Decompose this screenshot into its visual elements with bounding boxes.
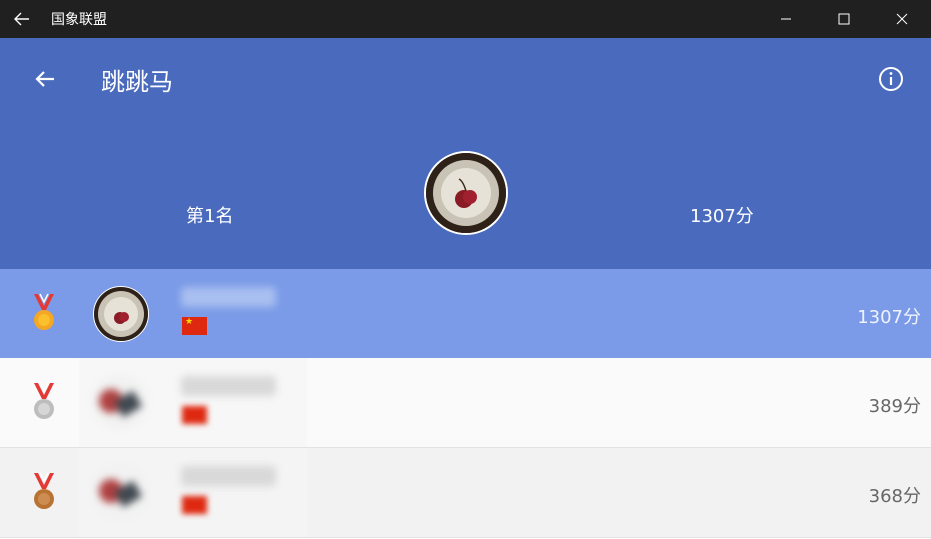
avatar-image — [93, 465, 147, 519]
window-controls — [757, 0, 931, 38]
avatar-image — [426, 153, 506, 233]
close-button[interactable] — [873, 0, 931, 38]
back-arrow-icon — [35, 71, 54, 87]
row-score: 389分 — [868, 396, 921, 417]
player-avatar — [424, 151, 508, 235]
back-arrow-icon — [14, 12, 29, 26]
leaderboard-row[interactable]: 368分 — [0, 448, 931, 538]
minimize-icon — [781, 18, 791, 20]
china-flag-icon: ★ — [182, 317, 207, 335]
row-score: 368分 — [868, 486, 921, 507]
row-score: 1307分 — [857, 307, 921, 328]
player-rank: 第1名 — [186, 206, 234, 227]
leaderboard-row[interactable]: 389分 — [0, 358, 931, 448]
maximize-button[interactable] — [815, 0, 873, 38]
avatar — [93, 375, 147, 429]
player-name-redacted — [181, 466, 276, 486]
avatar-image — [94, 287, 148, 341]
player-name-redacted — [181, 376, 276, 396]
minimize-button[interactable] — [757, 0, 815, 38]
avatar — [93, 286, 149, 342]
player-header: 跳跳马 第1名 1307分 — [0, 38, 931, 269]
gold-medal-icon — [34, 293, 54, 330]
bronze-medal-icon — [34, 472, 54, 509]
player-score: 1307分 — [690, 206, 754, 227]
info-button[interactable] — [876, 64, 906, 94]
flag-icon — [182, 406, 207, 424]
leaderboard-row[interactable]: ★ 1307分 — [0, 269, 931, 358]
player-name-redacted — [181, 287, 276, 307]
back-button[interactable] — [30, 64, 60, 94]
titlebar-back-button[interactable] — [0, 0, 44, 38]
avatar — [93, 465, 147, 519]
avatar-image — [93, 375, 147, 429]
window-title: 国象联盟 — [51, 12, 107, 28]
close-icon — [896, 13, 908, 25]
flag-icon — [182, 496, 207, 514]
silver-medal-icon — [34, 382, 54, 419]
title-bar: 国象联盟 — [0, 0, 931, 38]
maximize-icon — [838, 13, 850, 25]
page-title: 跳跳马 — [101, 68, 173, 96]
info-icon — [879, 67, 903, 91]
